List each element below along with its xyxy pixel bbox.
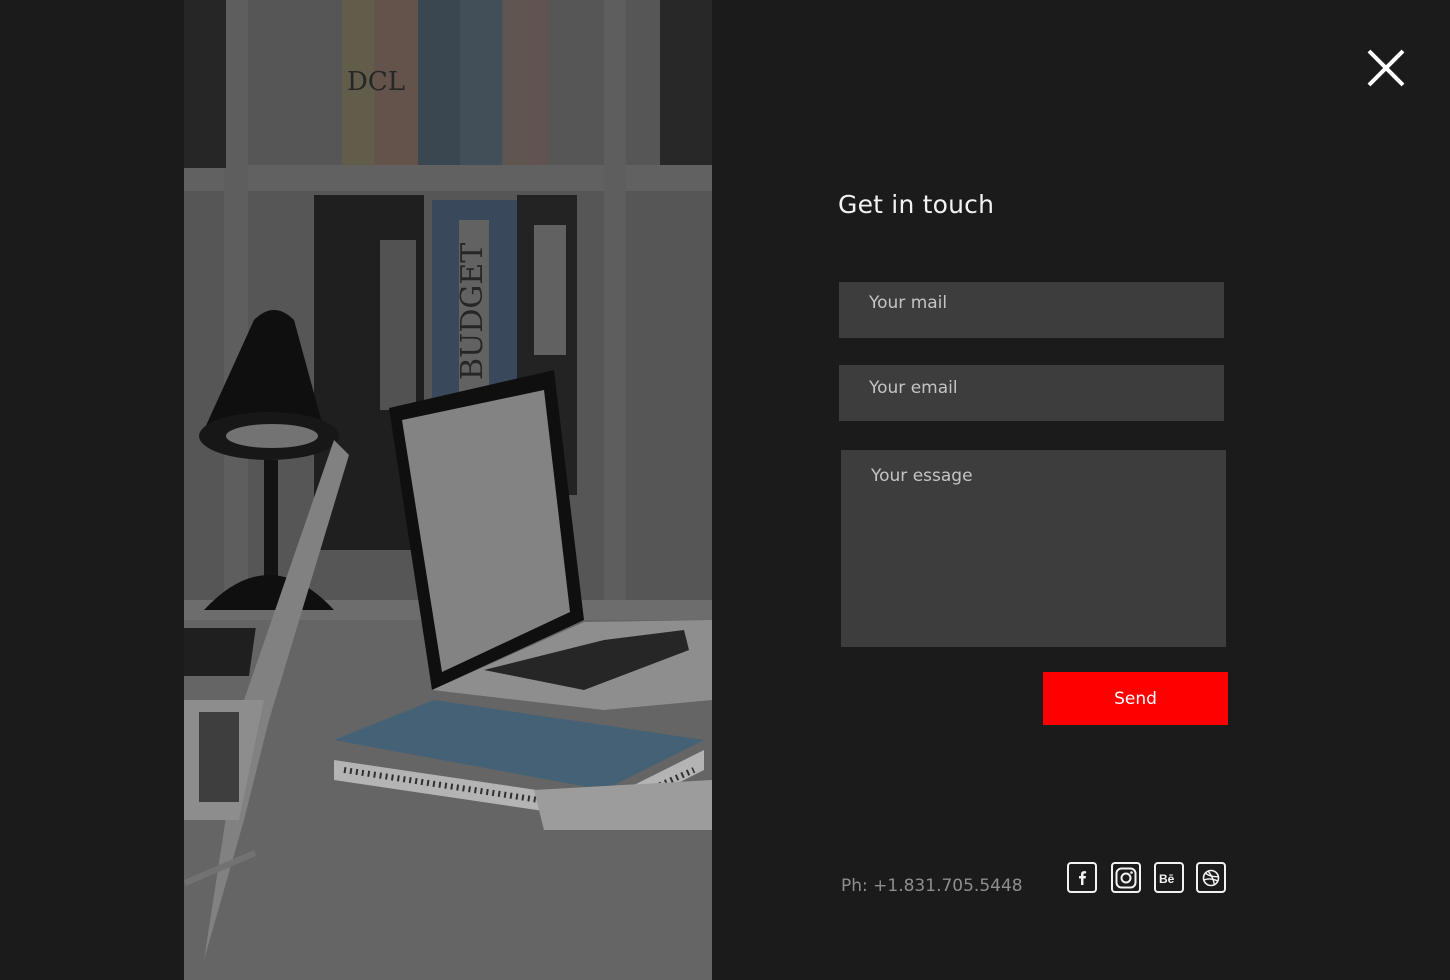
send-button[interactable]: Send	[1043, 672, 1228, 725]
contact-overlay: DCL BUDGET Get in touch Your mail Your e…	[0, 0, 1450, 980]
office-desk-photo: DCL BUDGET	[184, 0, 712, 980]
svg-text:Bē: Bē	[1159, 872, 1175, 886]
dribbble-link[interactable]	[1196, 862, 1226, 893]
close-icon	[1367, 49, 1405, 87]
mail-field[interactable]	[839, 282, 1224, 338]
page-title: Get in touch	[838, 190, 995, 219]
behance-icon: Bē	[1159, 872, 1175, 886]
close-button[interactable]	[1364, 46, 1408, 90]
facebook-link[interactable]	[1067, 862, 1097, 893]
behance-link[interactable]: Bē	[1154, 862, 1184, 893]
instagram-icon	[1115, 867, 1137, 888]
email-field[interactable]	[839, 365, 1224, 421]
message-field[interactable]	[841, 450, 1226, 647]
facebook-icon	[1079, 870, 1087, 885]
phone-number: Ph: +1.831.705.5448	[841, 876, 1023, 896]
instagram-link[interactable]	[1111, 862, 1141, 893]
dribbble-icon	[1202, 869, 1220, 886]
